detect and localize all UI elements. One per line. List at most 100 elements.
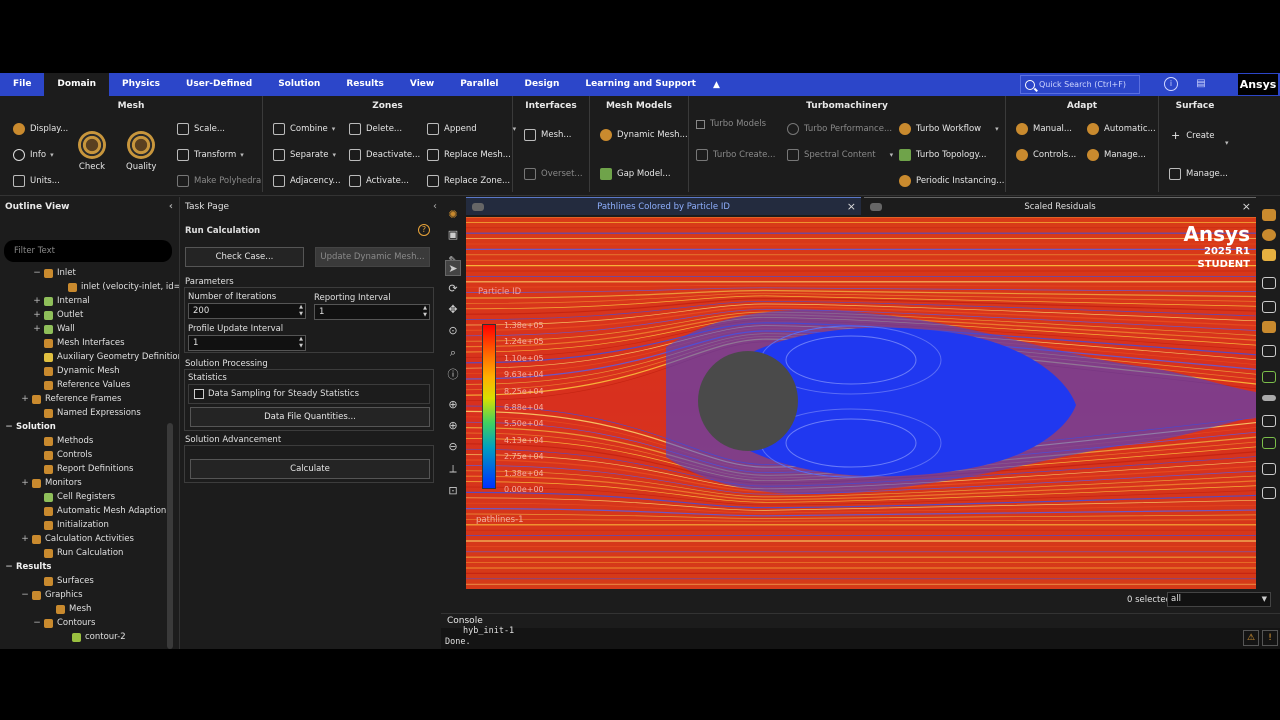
transform-button[interactable]: Transform ▾ (177, 149, 244, 161)
copy-icon[interactable] (1262, 321, 1276, 333)
menu-file[interactable]: File (0, 73, 44, 96)
update-dynamic-mesh-button[interactable]: Update Dynamic Mesh... (315, 247, 430, 267)
zoom-box-icon[interactable]: ⌕ (445, 345, 461, 361)
tree-item[interactable]: + Calculation Activities (20, 533, 134, 546)
collapse-ribbon-icon[interactable]: ▲ (713, 80, 720, 90)
pan-icon[interactable]: ✥ (445, 302, 461, 318)
turbo-performance-button[interactable]: Turbo Performance... (787, 123, 892, 135)
dynamic-mesh-button[interactable]: Dynamic Mesh... (600, 129, 688, 141)
tree-item[interactable]: Run Calculation (32, 547, 123, 560)
expander-icon[interactable]: + (32, 295, 42, 308)
expander-icon[interactable]: − (20, 589, 30, 602)
menu-parallel[interactable]: Parallel (447, 73, 511, 96)
expander-icon[interactable]: − (4, 421, 14, 434)
menu-domain[interactable]: Domain (44, 73, 110, 96)
reporting-interval-input[interactable]: 1 ▲ ▼ (314, 304, 430, 320)
axes-icon[interactable]: ⟂ (445, 461, 461, 477)
menu-view[interactable]: View (397, 73, 447, 96)
tree-item[interactable]: − Inlet (32, 267, 76, 280)
help-icon[interactable]: i (1164, 77, 1178, 91)
tree-item[interactable]: Initialization (32, 519, 109, 532)
view-front-icon[interactable] (1262, 209, 1276, 221)
tree-item[interactable]: Mesh Interfaces (32, 337, 125, 350)
spinner-arrows-icon[interactable]: ▲ ▼ (299, 336, 303, 350)
camera-icon[interactable] (1262, 487, 1276, 499)
calculate-button[interactable]: Calculate (190, 459, 430, 479)
screenshot-icon[interactable]: ▣ (445, 227, 461, 243)
tree-item[interactable]: + Monitors (20, 477, 82, 490)
rotate-icon[interactable]: ⟳ (445, 281, 461, 297)
tree-item[interactable]: Report Definitions (32, 463, 133, 476)
warning-icon[interactable]: ⚠ (1243, 630, 1259, 646)
hide-icon[interactable] (1262, 301, 1276, 313)
close-icon[interactable]: × (847, 198, 856, 216)
ruler-icon[interactable] (1262, 395, 1276, 401)
profile-update-input[interactable]: 1 ▲ ▼ (188, 335, 306, 351)
tree-item[interactable]: Mesh (44, 603, 91, 616)
delete-button[interactable]: Delete... (349, 123, 402, 135)
menu-design[interactable]: Design (512, 73, 573, 96)
layout-icon[interactable] (1262, 345, 1276, 357)
tree-item[interactable]: + Reference Frames (20, 393, 121, 406)
gap-model-button[interactable]: Gap Model... (600, 168, 671, 180)
tree-item[interactable]: Reference Values (32, 379, 130, 392)
zoom-out-icon[interactable]: ⊖ (445, 439, 461, 455)
tree-item[interactable]: Methods (32, 435, 93, 448)
info-icon[interactable]: ! (1262, 630, 1278, 646)
turbo-topology-button[interactable]: Turbo Topology... (899, 149, 987, 161)
expander-icon[interactable]: − (32, 617, 42, 630)
tree-item[interactable]: − Graphics (20, 589, 83, 602)
tab-scaled-residuals[interactable]: Scaled Residuals × (864, 197, 1256, 215)
display-button[interactable]: Display... (13, 123, 68, 135)
tree-item[interactable]: Cell Registers (32, 491, 115, 504)
tree-item[interactable]: − Results (4, 561, 51, 574)
expander-icon[interactable]: + (20, 477, 30, 490)
surface-create-button[interactable]: + Create ▾ (1171, 129, 1229, 147)
selection-filter-dropdown[interactable]: all ▼ (1167, 592, 1271, 607)
combine-button[interactable]: Combine ▾ (273, 123, 335, 135)
tree-item[interactable]: contour-2 (60, 631, 126, 644)
scale-button[interactable]: Scale... (177, 123, 225, 135)
chart-icon[interactable] (1262, 437, 1276, 449)
tree-item[interactable]: Named Expressions (32, 407, 141, 420)
expander-icon[interactable]: − (4, 561, 14, 574)
zoom-icon[interactable]: ⊙ (445, 323, 461, 339)
menu-results[interactable]: Results (333, 73, 397, 96)
spinner-arrows-icon[interactable]: ▲ ▼ (299, 304, 303, 318)
menu-physics[interactable]: Physics (109, 73, 173, 96)
document-icon[interactable] (1262, 463, 1276, 475)
layout-icon[interactable]: ▤ (1194, 77, 1208, 91)
adapt-manage-button[interactable]: Manage... (1087, 149, 1146, 161)
tree-item[interactable]: Controls (32, 449, 92, 462)
check-button[interactable]: Check (78, 131, 106, 172)
separate-button[interactable]: Separate ▾ (273, 149, 336, 161)
tree-item[interactable]: Automatic Mesh Adaption (32, 505, 166, 518)
quality-button[interactable]: Quality (126, 131, 156, 172)
help-icon[interactable]: ? (418, 224, 430, 236)
graphics-viewport[interactable]: Ansys 2025 R1 STUDENT Particle ID 1.38e+… (466, 217, 1256, 589)
turbo-create-button[interactable]: Turbo Create... (696, 149, 775, 161)
make-polyhedra-button[interactable]: Make Polyhedra (177, 175, 261, 187)
select-pointer-icon[interactable]: ➤ (445, 260, 461, 276)
expander-icon[interactable]: + (20, 393, 30, 406)
zoom-fit-icon[interactable]: ⊕ (445, 397, 461, 413)
tree-item[interactable]: + Outlet (32, 309, 83, 322)
view-iso-icon[interactable] (1262, 229, 1276, 241)
adapt-controls-button[interactable]: Controls... (1016, 149, 1076, 161)
tree-item[interactable]: − Solution (4, 421, 56, 434)
outline-scrollbar[interactable] (167, 423, 173, 649)
probe-info-icon[interactable]: ⓘ (445, 367, 461, 383)
interfaces-mesh-button[interactable]: Mesh... (524, 129, 572, 141)
tree-item[interactable]: + Internal (32, 295, 90, 308)
data-file-quantities-button[interactable]: Data File Quantities... (190, 407, 430, 427)
quick-search-input[interactable]: Quick Search (Ctrl+F) (1020, 75, 1140, 94)
expander-icon[interactable]: − (32, 267, 42, 280)
periodic-instancing-button[interactable]: Periodic Instancing... (899, 175, 1004, 187)
collapse-panel-icon[interactable]: ‹ (433, 197, 437, 217)
deactivate-button[interactable]: Deactivate... (349, 149, 420, 161)
activate-button[interactable]: Activate... (349, 175, 409, 187)
tree-item[interactable]: + Wall (32, 323, 75, 336)
tree-item[interactable]: inlet (velocity-inlet, id=5) (56, 281, 190, 294)
turbo-workflow-button[interactable]: Turbo Workflow ▾ (899, 123, 999, 135)
check-case-button[interactable]: Check Case... (185, 247, 304, 267)
